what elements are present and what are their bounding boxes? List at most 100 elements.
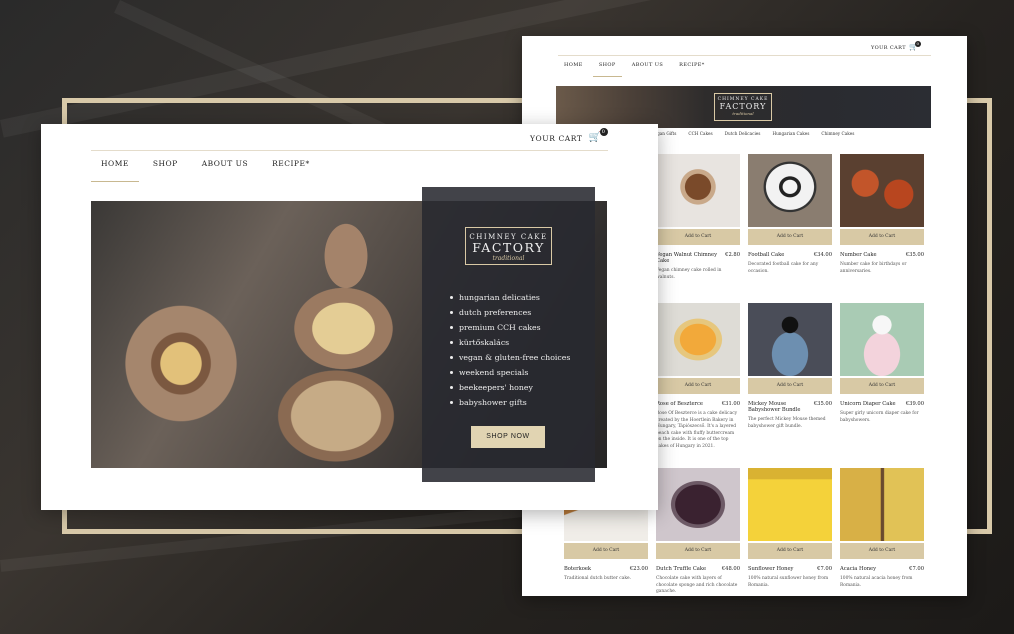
product-image[interactable] <box>748 154 832 227</box>
product-card: Add to Cart Vegan Walnut Chimney Cake €2.… <box>656 154 740 281</box>
product-price: €2.80 <box>725 252 740 258</box>
feature-item: weekend specials <box>450 365 570 380</box>
add-to-cart-button[interactable]: Add to Cart <box>748 229 832 245</box>
product-price: €35.00 <box>905 252 924 258</box>
product-card: Add to Cart Dutch Truffle Cake €48.00 Cho… <box>656 468 740 596</box>
feature-text: beekeepers' honey <box>459 383 533 392</box>
feature-item: babyshower gifts <box>450 395 570 410</box>
brand-logo: CHIMNEY CAKE FACTORY traditional <box>465 227 552 265</box>
feature-item: premium CCH cakes <box>450 320 570 335</box>
product-description: Vegan chimney cake rolled in walnuts. <box>656 268 722 280</box>
product-name: Number Cake <box>840 252 877 258</box>
nav-shop[interactable]: SHOP <box>592 60 622 77</box>
feature-text: dutch preferences <box>459 308 532 317</box>
product-image[interactable] <box>840 303 924 376</box>
header-divider <box>558 55 931 56</box>
main-nav: HOME SHOP ABOUT US RECIPE* <box>558 60 711 77</box>
nav-recipe[interactable]: RECIPE* <box>262 154 320 182</box>
add-to-cart-button[interactable]: Add to Cart <box>840 543 924 559</box>
cart-label: YOUR CART <box>870 44 906 51</box>
product-name: Mickey Mouse Babyshower Bundle <box>748 401 801 413</box>
product-image[interactable] <box>748 468 832 541</box>
cart-count-badge: 0 <box>599 128 608 136</box>
product-image[interactable] <box>748 303 832 376</box>
feature-text: babyshower gifts <box>459 398 527 407</box>
add-to-cart-button[interactable]: Add to Cart <box>564 543 648 559</box>
nav-recipe[interactable]: RECIPE* <box>673 60 711 77</box>
product-description: Rose Of Beszterce is a cake delicacy cre… <box>656 411 738 449</box>
feature-text: hungarian delicaties <box>459 293 540 302</box>
product-card: Add to Cart Unicorn Diaper Cake €39.00 Su… <box>840 303 924 424</box>
shop-banner: CHIMNEY CAKE FACTORY traditional <box>556 86 931 128</box>
product-name: Rose of Beszterce <box>656 401 703 407</box>
category-hungarian-cakes[interactable]: Hungarian Cakes <box>772 131 809 136</box>
product-price: €7.00 <box>909 566 924 572</box>
hero-info-panel: CHIMNEY CAKE FACTORY traditional hungari… <box>422 187 595 482</box>
add-to-cart-button[interactable]: Add to Cart <box>656 229 740 245</box>
product-name: Boterkoek <box>564 566 592 572</box>
add-to-cart-button[interactable]: Add to Cart <box>656 378 740 394</box>
product-name: Unicorn Diaper Cake <box>840 401 896 407</box>
nav-about-us[interactable]: ABOUT US <box>626 60 669 77</box>
nav-about-us[interactable]: ABOUT US <box>192 154 258 182</box>
chimney-cake-roll <box>316 211 376 301</box>
product-card: Add to Cart Acacia Honey €7.00 100% natur… <box>840 468 924 589</box>
product-description: The perfect Mickey Mouse themed babyshow… <box>748 417 826 429</box>
header-divider <box>91 150 608 151</box>
feature-item: hungarian delicaties <box>450 290 570 305</box>
shop-now-button[interactable]: SHOP NOW <box>471 426 545 448</box>
category-dutch-delicacies[interactable]: Dutch Delicacies <box>725 131 761 136</box>
product-card: Add to Cart Mickey Mouse Babyshower Bund… <box>748 303 832 430</box>
cart-label: YOUR CART <box>530 133 583 143</box>
product-image[interactable] <box>840 154 924 227</box>
bullet-icon <box>450 341 453 344</box>
feature-item: vegan & gluten-free choices <box>450 350 570 365</box>
product-image[interactable] <box>656 303 740 376</box>
product-card: Add to Cart Number Cake €35.00 Number cak… <box>840 154 924 275</box>
category-cch-cakes[interactable]: CCH Cakes <box>688 131 712 136</box>
cart-count-badge: 0 <box>915 41 921 47</box>
product-name: Acacia Honey <box>840 566 877 572</box>
product-image[interactable] <box>656 154 740 227</box>
feature-text: vegan & gluten-free choices <box>459 353 571 362</box>
cart-icon: 🛒 0 <box>909 41 921 51</box>
product-name: Sunflower Honey <box>748 566 794 572</box>
product-description: 100% natural sunflower honey from Romani… <box>748 576 829 588</box>
logo-line-3: traditional <box>732 111 754 116</box>
category-filter: Vegan Gifts CCH Cakes Dutch Delicacies H… <box>652 131 854 136</box>
feature-item: beekeepers' honey <box>450 380 570 395</box>
add-to-cart-button[interactable]: Add to Cart <box>748 378 832 394</box>
add-to-cart-button[interactable]: Add to Cart <box>840 229 924 245</box>
product-description: Super girly unicorn diaper cake for baby… <box>840 411 919 423</box>
bullet-icon <box>450 371 453 374</box>
cart-link[interactable]: YOUR CART 🛒 0 <box>530 128 608 143</box>
category-chimney-cakes[interactable]: Chimney Cakes <box>821 131 854 136</box>
logo-line-3: traditional <box>492 255 525 262</box>
product-name: Football Cake <box>748 252 785 258</box>
product-card: Add to Cart Football Cake €34.00 Decorate… <box>748 154 832 275</box>
feature-text: weekend specials <box>459 368 529 377</box>
product-image[interactable] <box>656 468 740 541</box>
product-image[interactable] <box>840 468 924 541</box>
product-price: €7.00 <box>817 566 832 572</box>
nav-home[interactable]: HOME <box>91 154 139 182</box>
nav-shop[interactable]: SHOP <box>143 154 188 182</box>
cart-link[interactable]: YOUR CART 🛒 0 <box>870 41 921 51</box>
add-to-cart-button[interactable]: Add to Cart <box>840 378 924 394</box>
nav-home[interactable]: HOME <box>558 60 589 77</box>
add-to-cart-button[interactable]: Add to Cart <box>748 543 832 559</box>
product-description: Traditional dutch butter cake. <box>564 576 631 581</box>
chimney-cake-roll <box>116 296 246 431</box>
logo-line-2: FACTORY <box>719 102 767 111</box>
product-price: €31.00 <box>721 401 740 407</box>
product-price: €39.00 <box>905 401 924 407</box>
bullet-icon <box>450 296 453 299</box>
feature-text: premium CCH cakes <box>459 323 541 332</box>
cart-icon: 🛒 0 <box>589 128 608 143</box>
main-nav: HOME SHOP ABOUT US RECIPE* <box>91 154 320 182</box>
bullet-icon <box>450 356 453 359</box>
add-to-cart-button[interactable]: Add to Cart <box>656 543 740 559</box>
product-name: Vegan Walnut Chimney Cake <box>656 252 718 264</box>
feature-list: hungarian delicaties dutch preferences p… <box>450 290 570 410</box>
product-name: Dutch Truffle Cake <box>656 566 707 572</box>
